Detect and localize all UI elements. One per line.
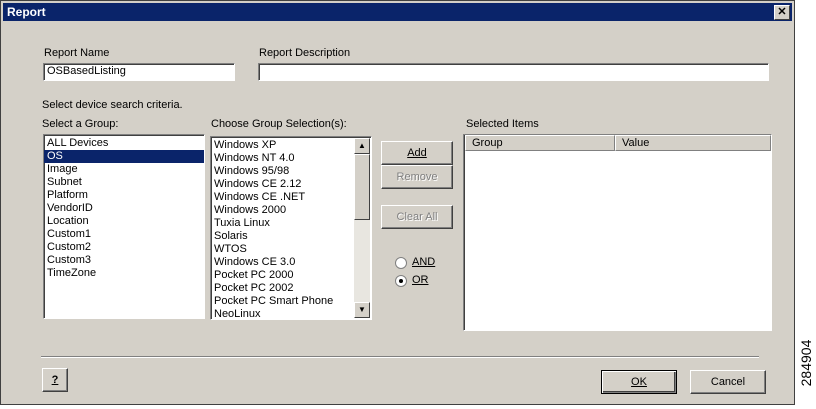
scroll-thumb[interactable] xyxy=(354,154,370,220)
selection-list-item[interactable]: Windows NT 4.0 xyxy=(211,152,371,165)
report-dialog: Report ✕ Report Name OSBasedListing Repo… xyxy=(0,0,795,405)
clear-all-button-label: Clear All xyxy=(396,211,438,223)
cancel-button-label: Cancel xyxy=(710,376,746,388)
group-list-item[interactable]: OS xyxy=(44,150,204,163)
and-radio[interactable] xyxy=(395,257,407,269)
group-list-item[interactable]: Image xyxy=(44,163,204,176)
cancel-button[interactable]: Cancel xyxy=(690,370,766,394)
and-label: AND xyxy=(412,256,435,268)
selection-items: Windows XP Windows NT 4.0 Windows 95/98 Win… xyxy=(211,137,371,319)
ok-button-label: OK xyxy=(631,376,647,388)
selection-list-item[interactable]: NeoLinux xyxy=(211,308,371,319)
close-icon[interactable]: ✕ xyxy=(774,5,790,20)
group-list-item[interactable]: Custom1 xyxy=(44,228,204,241)
report-name-label: Report Name xyxy=(44,47,110,59)
clear-all-button[interactable]: Clear All xyxy=(381,205,453,229)
scroll-down-icon[interactable]: ▼ xyxy=(354,302,370,318)
selection-list-item[interactable]: Windows 2000 xyxy=(211,204,371,217)
add-button[interactable]: Add xyxy=(381,141,453,165)
and-label-text: AND xyxy=(412,256,436,268)
group-listbox[interactable]: ALL Devices OS Image Subnet Platform VendorID… xyxy=(43,134,205,319)
figure-id-text: 284904 xyxy=(798,339,814,387)
report-description-label: Report Description xyxy=(259,47,351,59)
selection-list-item[interactable]: WTOS xyxy=(211,243,371,256)
or-label: OR xyxy=(412,274,429,286)
window-title: Report xyxy=(7,5,46,19)
criteria-label: Select device search criteria. xyxy=(42,99,183,111)
group-list-item[interactable]: TimeZone xyxy=(44,267,204,280)
selection-list-item[interactable]: Windows CE 3.0 xyxy=(211,256,371,269)
selection-list-item[interactable]: Solaris xyxy=(211,230,371,243)
report-name-field[interactable]: OSBasedListing xyxy=(43,63,235,81)
selection-list-item[interactable]: Windows XP xyxy=(211,139,371,152)
add-button-label: Add xyxy=(407,147,427,159)
help-button[interactable]: ? xyxy=(42,368,68,392)
selection-list-label: Choose Group Selection(s): xyxy=(211,118,347,130)
selection-list-item[interactable]: Pocket PC 2000 xyxy=(211,269,371,282)
figure-id: 284904 xyxy=(797,318,815,408)
remove-button-label: Remove xyxy=(396,171,438,183)
scroll-up-icon[interactable]: ▲ xyxy=(354,138,370,154)
group-list-item[interactable]: VendorID xyxy=(44,202,204,215)
group-list-item[interactable]: Location xyxy=(44,215,204,228)
help-icon: ? xyxy=(51,374,59,386)
selection-list-item[interactable]: Windows CE 2.12 xyxy=(211,178,371,191)
group-list-item[interactable]: Platform xyxy=(44,189,204,202)
separator xyxy=(41,356,759,358)
selection-list-item[interactable]: Pocket PC Smart Phone xyxy=(211,295,371,308)
group-list-label: Select a Group: xyxy=(42,118,119,130)
report-description-field[interactable] xyxy=(258,63,769,81)
selection-list-item[interactable]: Windows CE .NET xyxy=(211,191,371,204)
selection-list-item[interactable]: Tuxia Linux xyxy=(211,217,371,230)
column-header-group[interactable]: Group xyxy=(465,135,615,151)
or-radio[interactable] xyxy=(395,275,407,287)
group-list-item[interactable]: Subnet xyxy=(44,176,204,189)
selection-list-item[interactable]: Pocket PC 2002 xyxy=(211,282,371,295)
group-list-item[interactable]: Custom2 xyxy=(44,241,204,254)
group-list-item[interactable]: Custom3 xyxy=(44,254,204,267)
selected-items-list[interactable]: Group Value xyxy=(463,134,772,331)
selection-list-item[interactable]: Windows 95/98 xyxy=(211,165,371,178)
selected-items-label: Selected Items xyxy=(466,118,539,130)
ok-button[interactable]: OK xyxy=(601,370,677,394)
group-list-item[interactable]: ALL Devices xyxy=(44,137,204,150)
selection-scrollbar[interactable]: ▲ ▼ xyxy=(354,138,370,318)
title-bar: Report ✕ xyxy=(3,3,792,21)
selection-listbox[interactable]: Windows XP Windows NT 4.0 Windows 95/98 Win… xyxy=(210,136,372,320)
column-header-value[interactable]: Value xyxy=(615,135,771,151)
or-label-text: OR xyxy=(412,274,429,286)
remove-button[interactable]: Remove xyxy=(381,165,453,189)
